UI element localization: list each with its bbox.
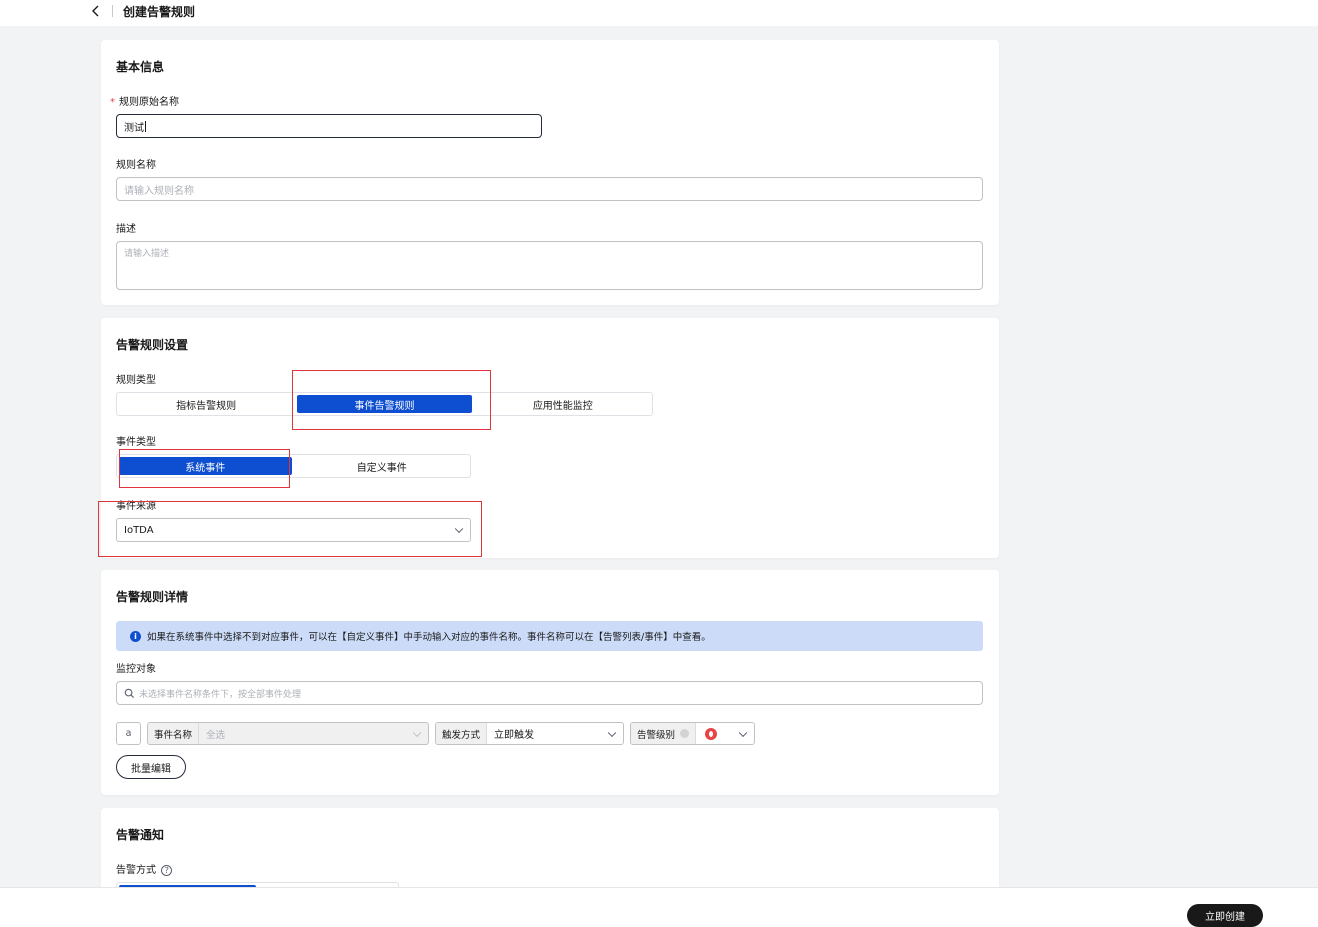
rule-type-apm[interactable]: 应用性能监控	[476, 395, 650, 413]
help-icon[interactable]: ?	[161, 865, 173, 876]
rule-details-title: 告警规则详情	[116, 590, 189, 604]
basic-info-card: 基本信息 * 规则原始名称 测试 规则名称 请输入规则名称 描述 请输入描述	[101, 40, 999, 305]
alarm-notify-card: 告警通知 告警方式 ?	[101, 808, 999, 906]
trigger-method-select[interactable]: 触发方式 立即触发	[435, 722, 624, 745]
help-dot-icon	[680, 729, 690, 738]
highlight-box-rule-type	[292, 370, 491, 430]
page-title: 创建告警规则	[123, 5, 196, 19]
rule-details-card: 告警规则详情 i 如果在系统事件中选择不到对应事件，可以在【自定义事件】中手动输…	[101, 570, 999, 795]
footer-bar	[0, 887, 1318, 927]
highlight-box-event-type	[119, 449, 290, 488]
monitor-search-input[interactable]: 未选择事件名称条件下，按全部事件处理	[116, 681, 983, 705]
basic-info-title: 基本信息	[116, 60, 165, 74]
alarm-method-label: 告警方式 ?	[116, 861, 173, 876]
event-name-select[interactable]: 事件名称 全选	[147, 722, 429, 745]
required-mark: *	[110, 97, 115, 108]
alarm-notify-title: 告警通知	[116, 828, 165, 842]
description-textarea[interactable]: 请输入描述	[116, 241, 983, 290]
rule-original-name-label: * 规则原始名称	[110, 97, 179, 108]
row-index-chip: a	[116, 722, 141, 745]
info-banner: i 如果在系统事件中选择不到对应事件，可以在【自定义事件】中手动输入对应的事件名…	[116, 621, 983, 651]
highlight-box-event-source	[98, 501, 482, 557]
alarm-level-tag: 告警级别	[631, 723, 697, 744]
alarm-level-select[interactable]: 告警级别	[630, 722, 755, 745]
rule-name-input[interactable]: 请输入规则名称	[116, 177, 983, 201]
chevron-down-icon	[412, 728, 422, 737]
monitor-target-label: 监控对象	[116, 664, 156, 675]
event-type-label: 事件类型	[116, 437, 156, 448]
description-label: 描述	[116, 224, 136, 235]
batch-edit-button[interactable]: 批量编辑	[116, 755, 186, 779]
rule-type-metric[interactable]: 指标告警规则	[119, 395, 293, 413]
info-icon: i	[130, 630, 141, 642]
top-bar: 创建告警规则	[0, 0, 1318, 26]
rule-type-label: 规则类型	[116, 375, 156, 386]
event-type-custom[interactable]: 自定义事件	[296, 457, 469, 475]
text-cursor	[145, 120, 146, 132]
create-now-button[interactable]: 立即创建	[1187, 904, 1263, 927]
event-name-tag: 事件名称	[148, 723, 200, 744]
rule-original-name-input[interactable]: 测试	[116, 114, 542, 138]
critical-level-icon	[705, 727, 718, 740]
back-arrow-icon[interactable]	[88, 3, 104, 19]
chevron-down-icon	[738, 728, 748, 737]
chevron-down-icon	[607, 728, 617, 737]
divider	[112, 5, 113, 17]
rule-name-label: 规则名称	[116, 160, 156, 171]
trigger-method-tag: 触发方式	[436, 723, 488, 744]
search-icon	[124, 688, 135, 698]
rule-settings-title: 告警规则设置	[116, 338, 189, 352]
